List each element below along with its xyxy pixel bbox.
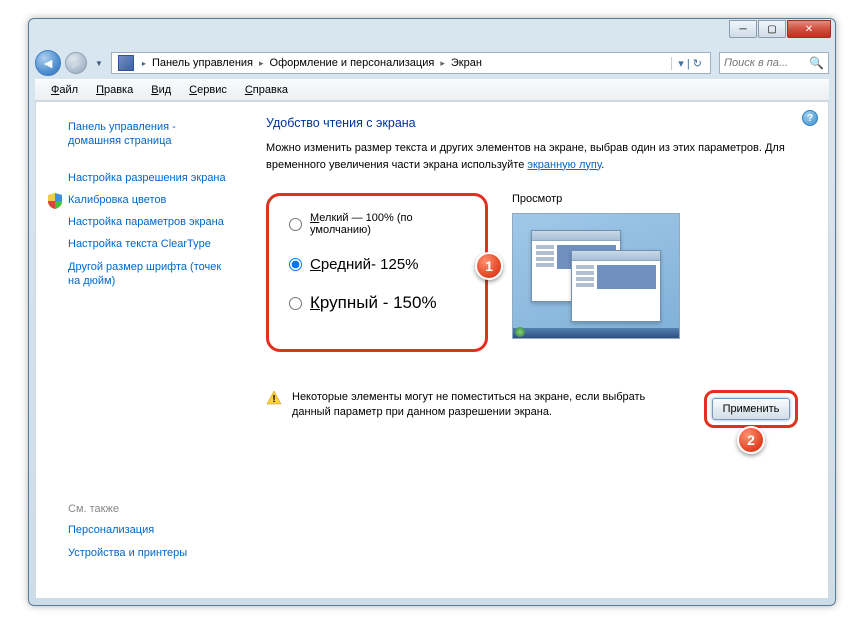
annotation-1: 1	[475, 252, 503, 280]
sidebar-home[interactable]: Панель управления - домашняя страница	[46, 116, 226, 153]
size-options-group: Мелкий — 100% (по умолчанию) Средний- 12…	[266, 193, 488, 352]
shield-icon	[48, 193, 62, 209]
titlebar: ─ ▢ ✕	[29, 19, 835, 47]
window-controls: ─ ▢ ✕	[729, 20, 831, 38]
breadcrumb-display[interactable]: Экран	[449, 57, 484, 69]
apply-wrapper: Применить 2	[704, 390, 798, 428]
help-icon[interactable]: ?	[802, 110, 818, 126]
sidebar-dpi[interactable]: Другой размер шрифта (точек на дюйм)	[46, 256, 226, 293]
warning-row: ! Некоторые элементы могут не поместитьс…	[266, 390, 798, 428]
nav-history-dropdown[interactable]: ▼	[91, 59, 107, 68]
search-box[interactable]: 🔍	[719, 52, 829, 74]
radio-large-input[interactable]	[289, 297, 302, 310]
radio-medium-input[interactable]	[289, 258, 302, 271]
menu-tools[interactable]: Сервис	[181, 82, 235, 98]
sidebar-calibration[interactable]: Калибровка цветов	[46, 189, 226, 211]
preview-label: Просмотр	[512, 193, 798, 205]
page-description: Можно изменить размер текста и других эл…	[266, 140, 798, 173]
refresh-dropdown[interactable]: ▾ | ↻	[671, 57, 708, 70]
sidebar-footer: См. также Персонализация Устройства и пр…	[46, 499, 226, 584]
control-panel-icon	[118, 55, 134, 71]
warning-text: Некоторые элементы могут не поместиться …	[292, 390, 694, 421]
address-bar[interactable]: ▸ Панель управления ▸ Оформление и персо…	[111, 52, 711, 74]
close-button[interactable]: ✕	[787, 20, 831, 38]
minimize-button[interactable]: ─	[729, 20, 757, 38]
search-input[interactable]	[724, 57, 804, 69]
breadcrumb: Панель управления ▸ Оформление и персона…	[150, 57, 484, 69]
page-title: Удобство чтения с экрана	[266, 116, 798, 130]
radio-medium[interactable]: Средний- 125%	[289, 256, 465, 273]
sidebar: Панель управления - домашняя страница На…	[36, 102, 236, 598]
breadcrumb-root-dropdown[interactable]: ▸	[138, 59, 150, 68]
menu-help[interactable]: Справка	[237, 82, 296, 98]
sidebar-devices[interactable]: Устройства и принтеры	[46, 542, 226, 564]
main-panel: ? Удобство чтения с экрана Можно изменит…	[236, 102, 828, 598]
sidebar-cleartype[interactable]: Настройка текста ClearType	[46, 233, 226, 255]
menu-view[interactable]: Вид	[143, 82, 179, 98]
radio-small[interactable]: Мелкий — 100% (по умолчанию)	[289, 212, 465, 236]
apply-button[interactable]: Применить	[712, 398, 790, 420]
radio-small-input[interactable]	[289, 218, 302, 231]
forward-button[interactable]: ►	[65, 52, 87, 74]
annotation-2: 2	[737, 426, 765, 454]
see-also-label: См. также	[46, 499, 226, 519]
preview-image	[512, 213, 680, 339]
search-icon[interactable]: 🔍	[809, 56, 824, 70]
radio-large[interactable]: Крупный - 150%	[289, 293, 465, 313]
breadcrumb-appearance[interactable]: Оформление и персонализация	[268, 57, 437, 69]
sidebar-resolution[interactable]: Настройка разрешения экрана	[46, 167, 226, 189]
maximize-button[interactable]: ▢	[758, 20, 786, 38]
navigation-bar: ◄ ► ▼ ▸ Панель управления ▸ Оформление и…	[29, 47, 835, 79]
window-frame: ─ ▢ ✕ ◄ ► ▼ ▸ Панель управления ▸ Оформл…	[28, 18, 836, 606]
chevron-right-icon[interactable]: ▸	[436, 58, 449, 69]
warning-icon: !	[266, 390, 282, 406]
content-area: Панель управления - домашняя страница На…	[35, 101, 829, 599]
menu-edit[interactable]: Правка	[88, 82, 141, 98]
chevron-right-icon[interactable]: ▸	[255, 58, 268, 69]
sidebar-params[interactable]: Настройка параметров экрана	[46, 211, 226, 233]
options-row: Мелкий — 100% (по умолчанию) Средний- 12…	[266, 193, 798, 352]
magnifier-link[interactable]: экранную лупу	[527, 159, 601, 171]
preview-section: Просмотр	[512, 193, 798, 352]
menu-bar: Файл Правка Вид Сервис Справка	[35, 79, 829, 101]
svg-text:!: !	[272, 394, 275, 405]
sidebar-personalize[interactable]: Персонализация	[46, 519, 226, 541]
menu-file[interactable]: Файл	[43, 82, 86, 98]
back-button[interactable]: ◄	[35, 50, 61, 76]
breadcrumb-control-panel[interactable]: Панель управления	[150, 57, 255, 69]
